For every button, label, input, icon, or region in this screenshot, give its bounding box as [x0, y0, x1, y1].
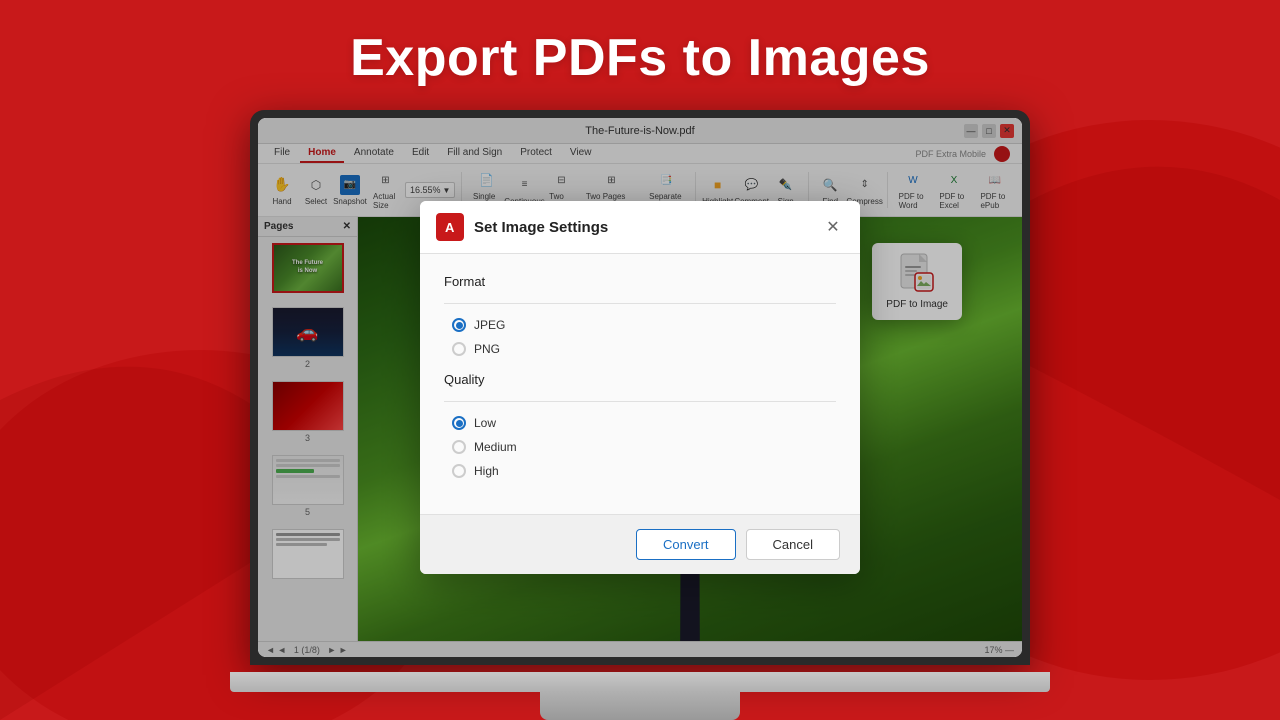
- modal-header-left: A Set Image Settings: [436, 213, 608, 241]
- jpeg-label: JPEG: [474, 318, 505, 332]
- high-radio-circle: [452, 464, 466, 478]
- jpeg-radio-dot: [456, 322, 463, 329]
- format-png-option[interactable]: PNG: [452, 342, 836, 356]
- cancel-button[interactable]: Cancel: [746, 529, 840, 560]
- modal-dialog: A Set Image Settings ✕ Format: [420, 201, 860, 574]
- modal-body: Format JPEG: [420, 254, 860, 514]
- modal-footer: Convert Cancel: [420, 514, 860, 574]
- medium-radio-circle: [452, 440, 466, 454]
- quality-radio-group: Low Medium High: [444, 416, 836, 478]
- format-jpeg-option[interactable]: JPEG: [452, 318, 836, 332]
- modal-title: Set Image Settings: [474, 219, 608, 236]
- quality-section: Quality Low: [444, 372, 836, 478]
- laptop-frame: The-Future-is-Now.pdf — □ ✕ File Home An…: [230, 110, 1050, 720]
- modal-header: A Set Image Settings ✕: [420, 201, 860, 254]
- quality-divider: [444, 401, 836, 402]
- high-label: High: [474, 464, 499, 478]
- medium-label: Medium: [474, 440, 517, 454]
- quality-label: Quality: [444, 372, 836, 387]
- format-radio-group: JPEG PNG: [444, 318, 836, 356]
- quality-low-option[interactable]: Low: [452, 416, 836, 430]
- low-radio-dot: [456, 420, 463, 427]
- modal-overlay: A Set Image Settings ✕ Format: [258, 118, 1022, 657]
- format-label: Format: [444, 274, 836, 289]
- page-title-text: Export PDFs to Images: [350, 29, 930, 87]
- laptop-screen-inner: The-Future-is-Now.pdf — □ ✕ File Home An…: [258, 118, 1022, 657]
- quality-medium-option[interactable]: Medium: [452, 440, 836, 454]
- laptop-foot: [540, 692, 740, 720]
- low-label: Low: [474, 416, 496, 430]
- low-radio-circle: [452, 416, 466, 430]
- laptop-base: [230, 672, 1050, 692]
- modal-app-icon: A: [436, 213, 464, 241]
- modal-icon-svg: A: [440, 217, 460, 237]
- format-divider: [444, 303, 836, 304]
- png-radio-circle: [452, 342, 466, 356]
- format-section: Format JPEG: [444, 274, 836, 356]
- page-title: Export PDFs to Images: [0, 28, 1280, 88]
- png-label: PNG: [474, 342, 500, 356]
- quality-high-option[interactable]: High: [452, 464, 836, 478]
- svg-text:A: A: [445, 220, 455, 235]
- jpeg-radio-circle: [452, 318, 466, 332]
- modal-close-button[interactable]: ✕: [822, 216, 844, 238]
- laptop-screen-outer: The-Future-is-Now.pdf — □ ✕ File Home An…: [250, 110, 1030, 665]
- convert-button[interactable]: Convert: [636, 529, 736, 560]
